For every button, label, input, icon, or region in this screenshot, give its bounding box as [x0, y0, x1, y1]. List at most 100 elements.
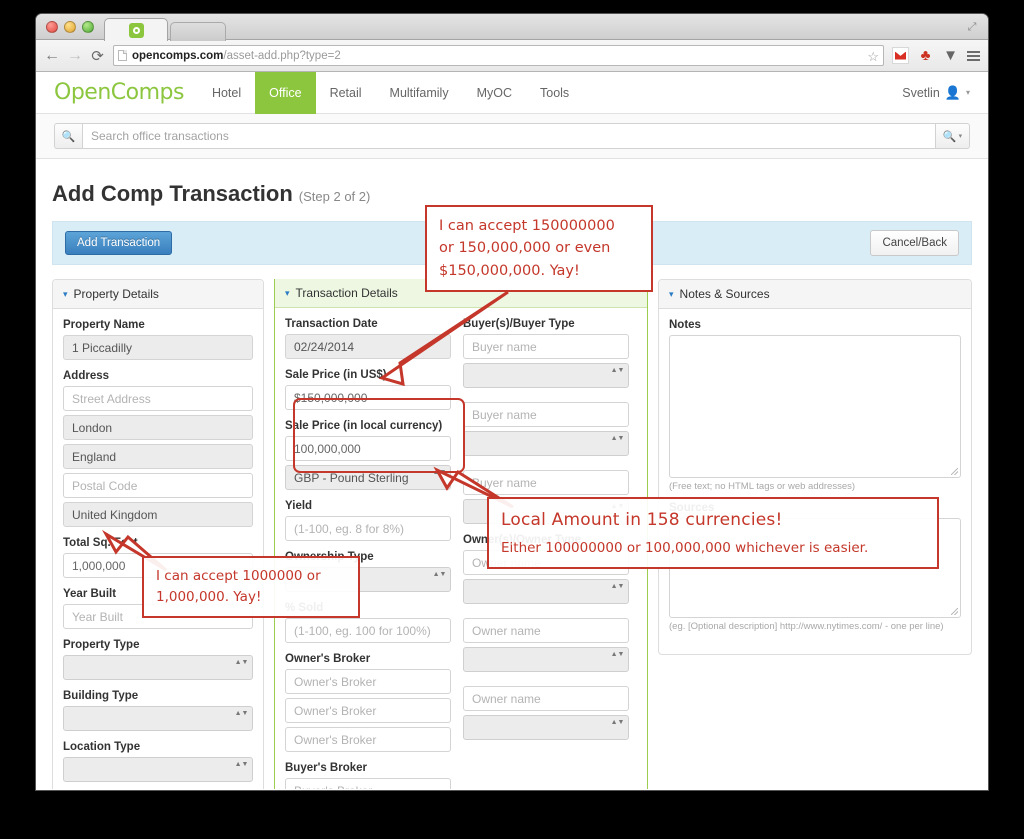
property-name-input[interactable]: 1 Piccadilly — [63, 335, 253, 360]
currency-select[interactable]: GBP - Pound Sterling ▲▼ — [285, 465, 451, 490]
annotation-price-line1: I can accept 150000000 — [439, 218, 615, 234]
buyer-name-input-1[interactable]: Buyer name — [463, 334, 629, 359]
spinner-icon: ▲▼ — [610, 719, 625, 726]
search-icon[interactable]: 🔍 — [54, 123, 82, 149]
address-bar[interactable]: opencomps.com /asset-add.php?type=2 ☆ — [113, 45, 884, 66]
user-avatar-icon: 👤 — [944, 84, 961, 100]
nav-item-retail[interactable]: Retail — [316, 72, 376, 114]
bookmark-star-icon[interactable]: ☆ — [867, 49, 879, 65]
search-options-icon[interactable]: 🔍 ▾ — [936, 123, 970, 149]
buyers-label: Buyer(s)/Buyer Type — [463, 318, 575, 330]
forward-icon[interactable]: → — [67, 47, 83, 65]
yield-input[interactable]: (1-100, eg. 8 for 8%) — [285, 516, 451, 541]
nav-item-hotel[interactable]: Hotel — [198, 72, 255, 114]
browser-window: ⤢ ← → ⟳ opencomps.com /asset-add.php?typ… — [36, 14, 988, 790]
notes-label: Notes — [669, 319, 701, 331]
sale-price-usd-input[interactable]: $150,000,000 — [285, 385, 451, 410]
owner-type-select-3[interactable]: ▲▼ — [463, 715, 629, 740]
notes-sources-header[interactable]: ▾ Notes & Sources — [659, 280, 971, 309]
spinner-icon: ▲▼ — [234, 761, 249, 768]
main-nav: Hotel Office Retail Multifamily MyOC Too… — [198, 72, 583, 114]
page-step: (Step 2 of 2) — [298, 189, 371, 204]
country-input[interactable]: United Kingdom — [63, 502, 253, 527]
buyer-name-input-3[interactable]: Buyer name — [463, 470, 629, 495]
annotation-sqft-line2: 1,000,000. Yay! — [156, 588, 262, 605]
site-logo[interactable]: OpenComps — [54, 80, 184, 105]
chevron-down-icon: ▾ — [63, 288, 68, 299]
pocket-icon[interactable]: ▼ — [942, 47, 959, 64]
owner-type-select-1[interactable]: ▲▼ — [463, 579, 629, 604]
annotation-local-line1: Local Amount in 158 currencies! — [501, 510, 783, 530]
armchair-icon[interactable]: ♣ — [917, 47, 934, 64]
url-host: opencomps.com — [132, 49, 224, 62]
nav-item-myoc[interactable]: MyOC — [463, 72, 526, 114]
notes-sources-panel: ▾ Notes & Sources Notes (Free text; no H… — [658, 279, 972, 655]
postal-code-input[interactable]: Postal Code — [63, 473, 253, 498]
property-details-title: Property Details — [73, 287, 159, 301]
maximize-icon[interactable]: ⤢ — [966, 21, 978, 33]
sale-price-local-input[interactable]: 100,000,000 — [285, 436, 451, 461]
annotation-price-note: I can accept 150000000 or 150,000,000 or… — [425, 205, 653, 293]
user-menu[interactable]: Svetlin 👤 ▾ — [902, 85, 970, 101]
property-details-header[interactable]: ▾ Property Details — [53, 280, 263, 309]
reload-icon[interactable]: ⟳ — [90, 47, 105, 65]
back-icon[interactable]: ← — [44, 47, 60, 65]
transaction-details-title: Transaction Details — [295, 286, 398, 300]
sale-price-local-label: Sale Price (in local currency) — [285, 420, 443, 432]
pct-sold-input[interactable]: (1-100, eg. 100 for 100%) — [285, 618, 451, 643]
window-controls[interactable] — [46, 21, 94, 33]
annotation-sqft-note: I can accept 1000000 or 1,000,000. Yay! — [142, 556, 360, 618]
spinner-icon: ▲▼ — [234, 659, 249, 666]
street-address-input[interactable]: Street Address — [63, 386, 253, 411]
address-label: Address — [63, 370, 110, 382]
nav-item-tools[interactable]: Tools — [526, 72, 583, 114]
property-type-label: Property Type — [63, 639, 140, 651]
spinner-icon: ▲▼ — [432, 469, 447, 476]
chevron-down-icon: ▾ — [965, 88, 970, 97]
transaction-date-input[interactable]: 02/24/2014 — [285, 334, 451, 359]
spinner-icon: ▲▼ — [610, 651, 625, 658]
hamburger-icon[interactable] — [967, 50, 980, 61]
minimize-window-button[interactable] — [64, 21, 76, 33]
buyers-broker-label: Buyer's Broker — [285, 762, 367, 774]
annotation-price-line2: or 150,000,000 or even — [439, 240, 611, 257]
owner-name-input-3[interactable]: Owner name — [463, 686, 629, 711]
browser-tab-active[interactable] — [104, 18, 168, 41]
buyer-type-select-1[interactable]: ▲▼ — [463, 363, 629, 388]
notes-textarea[interactable] — [669, 335, 961, 478]
close-window-button[interactable] — [46, 21, 58, 33]
search-input[interactable]: Search office transactions — [82, 123, 936, 149]
owners-broker-input-3[interactable]: Owner's Broker — [285, 727, 451, 752]
add-transaction-button[interactable]: Add Transaction — [65, 231, 173, 255]
buyer-name-input-2[interactable]: Buyer name — [463, 402, 629, 427]
cancel-back-button[interactable]: Cancel/Back — [870, 230, 959, 256]
spinner-icon: ▲▼ — [610, 583, 625, 590]
owners-broker-label: Owner's Broker — [285, 653, 371, 665]
page-content: OpenComps Hotel Office Retail Multifamil… — [36, 72, 988, 789]
transaction-date-label: Transaction Date — [285, 318, 378, 330]
nav-item-multifamily[interactable]: Multifamily — [376, 72, 463, 114]
state-input[interactable]: England — [63, 444, 253, 469]
gmail-icon[interactable] — [892, 47, 909, 64]
page-icon — [118, 50, 127, 61]
location-type-label: Location Type — [63, 741, 141, 753]
owner-type-select-2[interactable]: ▲▼ — [463, 647, 629, 672]
city-input[interactable]: London — [63, 415, 253, 440]
buyers-broker-input-1[interactable]: Buyer's Broker — [285, 778, 451, 789]
transaction-left-subcolumn: Transaction Date 02/24/2014 Sale Price (… — [285, 318, 451, 789]
buyer-type-select-2[interactable]: ▲▼ — [463, 431, 629, 456]
property-type-select[interactable]: ▲▼ — [63, 655, 253, 680]
sale-price-usd-label: Sale Price (in US$) — [285, 369, 387, 381]
nav-item-office[interactable]: Office — [255, 72, 316, 114]
owners-broker-input-2[interactable]: Owner's Broker — [285, 698, 451, 723]
location-type-select[interactable]: ▲▼ — [63, 757, 253, 782]
zoom-window-button[interactable] — [82, 21, 94, 33]
owners-broker-input-1[interactable]: Owner's Broker — [285, 669, 451, 694]
yield-label: Yield — [285, 500, 313, 512]
site-header: OpenComps Hotel Office Retail Multifamil… — [36, 72, 988, 114]
annotation-sqft-line1: I can accept 1000000 or — [156, 568, 321, 584]
building-type-select[interactable]: ▲▼ — [63, 706, 253, 731]
owner-name-input-2[interactable]: Owner name — [463, 618, 629, 643]
opencomps-logo-icon — [128, 22, 144, 38]
browser-tab-inactive[interactable] — [170, 22, 226, 41]
